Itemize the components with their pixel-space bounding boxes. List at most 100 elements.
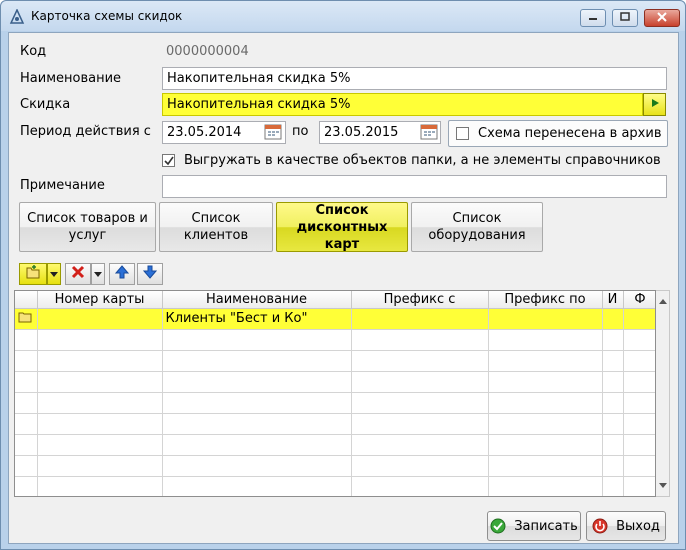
column-header[interactable]: И <box>602 291 624 309</box>
scroll-down-icon[interactable] <box>659 478 667 493</box>
discount-pick-button[interactable] <box>643 93 666 116</box>
table-row[interactable] <box>15 476 655 496</box>
table-cell[interactable] <box>488 392 603 414</box>
vertical-scrollbar[interactable] <box>656 290 670 497</box>
table-row[interactable] <box>15 371 655 393</box>
table-cell[interactable] <box>37 308 163 330</box>
table-cell[interactable] <box>351 392 489 414</box>
table-cell[interactable] <box>488 476 603 496</box>
table-row[interactable] <box>15 455 655 477</box>
calendar-icon[interactable] <box>263 122 283 142</box>
table-cell[interactable] <box>37 392 163 414</box>
close-button[interactable] <box>644 9 680 27</box>
table-cell[interactable] <box>623 371 655 393</box>
tab-products-services[interactable]: Список товаров и услуг <box>19 202 156 252</box>
table-cell[interactable] <box>162 392 352 414</box>
table-cell[interactable] <box>351 329 489 351</box>
table-cell[interactable] <box>488 308 603 330</box>
table-cell[interactable] <box>351 455 489 477</box>
table-cell[interactable] <box>602 329 624 351</box>
table-cell[interactable] <box>602 392 624 414</box>
column-header[interactable]: Наименование <box>162 291 352 309</box>
table-cell[interactable] <box>351 434 489 456</box>
table-cell[interactable] <box>488 455 603 477</box>
table-cell[interactable] <box>623 455 655 477</box>
table-cell[interactable] <box>37 476 163 496</box>
tab-clients[interactable]: Список клиентов <box>159 202 273 252</box>
table-cell[interactable] <box>623 392 655 414</box>
archive-checkbox[interactable]: Схема перенесена в архив <box>448 120 668 147</box>
table-cell[interactable] <box>162 329 352 351</box>
table-cell[interactable] <box>623 308 655 330</box>
export-checkbox[interactable]: Выгружать в качестве объектов папки, а н… <box>162 153 661 168</box>
column-header[interactable] <box>15 291 38 309</box>
column-header[interactable]: Префикс с <box>351 291 489 309</box>
table-cell[interactable] <box>37 434 163 456</box>
table-cell[interactable] <box>162 350 352 372</box>
table-cell[interactable] <box>37 350 163 372</box>
table-cell[interactable] <box>37 371 163 393</box>
table-cell[interactable] <box>602 434 624 456</box>
scroll-up-icon[interactable] <box>659 294 667 309</box>
table-cell[interactable] <box>488 413 603 435</box>
table-cell[interactable] <box>37 455 163 477</box>
table-cell[interactable] <box>162 476 352 496</box>
table-cell[interactable]: Клиенты "Бест и Ко" <box>162 308 352 330</box>
table-cell[interactable] <box>37 329 163 351</box>
table-cell[interactable] <box>488 371 603 393</box>
save-button[interactable]: Записать <box>487 511 581 541</box>
table-cell[interactable] <box>623 476 655 496</box>
checkbox-box[interactable] <box>456 127 469 140</box>
exit-button[interactable]: Выход <box>586 511 666 541</box>
discount-cards-table[interactable]: Номер карты Наименование Префикс с Префи… <box>14 290 656 497</box>
table-cell[interactable] <box>623 434 655 456</box>
maximize-button[interactable] <box>612 9 638 27</box>
table-cell[interactable] <box>488 434 603 456</box>
add-folder-button[interactable] <box>19 263 47 285</box>
table-cell[interactable] <box>162 413 352 435</box>
table-cell[interactable] <box>37 413 163 435</box>
table-cell[interactable] <box>602 413 624 435</box>
tab-equipment[interactable]: Список оборудования <box>411 202 543 252</box>
title-bar[interactable]: Карточка схемы скидок <box>1 1 685 31</box>
column-header[interactable]: Префикс по <box>488 291 603 309</box>
table-row[interactable] <box>15 392 655 414</box>
table-row[interactable] <box>15 350 655 372</box>
delete-button[interactable] <box>65 263 91 285</box>
table-row[interactable] <box>15 413 655 435</box>
table-cell[interactable] <box>488 329 603 351</box>
table-cell[interactable] <box>162 455 352 477</box>
column-header[interactable]: Ф <box>623 291 655 309</box>
table-cell[interactable] <box>602 308 624 330</box>
table-cell[interactable] <box>162 434 352 456</box>
table-cell[interactable] <box>162 371 352 393</box>
checkbox-box[interactable] <box>162 154 175 167</box>
add-dropdown-button[interactable] <box>47 263 61 285</box>
table-cell[interactable] <box>602 350 624 372</box>
table-cell[interactable] <box>623 329 655 351</box>
table-cell[interactable] <box>602 455 624 477</box>
table-cell[interactable] <box>623 413 655 435</box>
name-input[interactable]: Накопительная скидка 5% <box>162 67 667 90</box>
table-cell[interactable] <box>351 308 489 330</box>
tab-discount-cards[interactable]: Список дисконтных карт <box>276 202 408 252</box>
table-cell[interactable] <box>351 350 489 372</box>
note-input[interactable] <box>162 175 667 198</box>
table-cell[interactable] <box>351 476 489 496</box>
move-up-button[interactable] <box>109 263 135 285</box>
table-row[interactable] <box>15 434 655 456</box>
calendar-icon[interactable] <box>419 122 439 142</box>
minimize-button[interactable] <box>580 9 606 27</box>
delete-dropdown-button[interactable] <box>91 263 105 285</box>
table-cell[interactable] <box>351 371 489 393</box>
table-row[interactable] <box>15 329 655 351</box>
table-cell[interactable] <box>602 476 624 496</box>
table-cell[interactable] <box>623 350 655 372</box>
discount-select[interactable]: Накопительная скидка 5% <box>162 93 643 116</box>
column-header[interactable]: Номер карты <box>37 291 163 309</box>
table-row[interactable]: Клиенты "Бест и Ко" <box>15 308 655 330</box>
table-cell[interactable] <box>488 350 603 372</box>
table-cell[interactable] <box>602 371 624 393</box>
move-down-button[interactable] <box>137 263 163 285</box>
table-cell[interactable] <box>351 413 489 435</box>
